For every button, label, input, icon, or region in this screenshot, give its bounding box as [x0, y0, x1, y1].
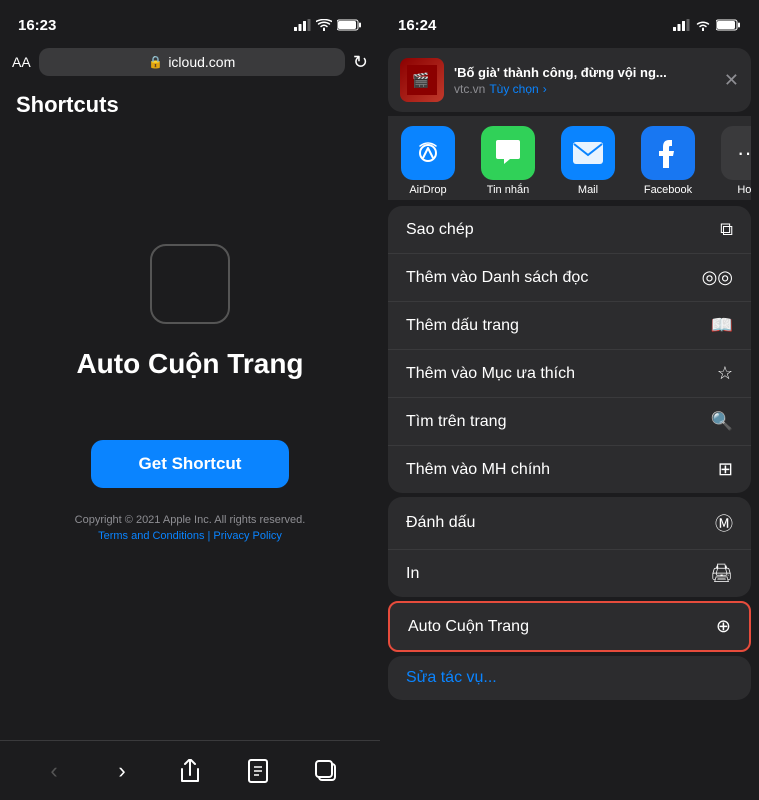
menu-item-markup-label: Đánh dấu — [406, 514, 475, 532]
chevron-right-icon: › — [543, 82, 547, 96]
mail-label: Mail — [578, 184, 598, 196]
left-time: 16:23 — [18, 17, 56, 34]
notif-close-button[interactable]: ✕ — [724, 70, 739, 91]
menu-section-1: Sao chép ⧉ Thêm vào Danh sách đọc ◎◎ Thê… — [388, 206, 751, 493]
right-signal-icon — [673, 19, 690, 31]
menu-item-print[interactable]: In 🖨 — [388, 550, 751, 597]
share-notification: 🎬 'Bố già' thành công, đừng vội ng... vt… — [388, 48, 751, 112]
tabs-icon — [315, 760, 337, 782]
add-square-icon: ⊞ — [718, 459, 733, 480]
notif-source: vtc.vn Tùy chọn › — [454, 82, 714, 96]
notif-source-name: vtc.vn — [454, 82, 485, 96]
menu-item-favorites[interactable]: Thêm vào Mục ưa thích ☆ — [388, 350, 751, 398]
menu-item-add-home-label: Thêm vào MH chính — [406, 461, 550, 479]
back-button[interactable]: ‹ — [32, 749, 76, 793]
share-button[interactable] — [168, 749, 212, 793]
menu-item-find-label: Tìm trên trang — [406, 413, 506, 431]
shortcuts-title: Shortcuts — [0, 80, 380, 126]
messages-label: Tin nhắn — [487, 184, 529, 196]
auto-cuon-trang-row[interactable]: Auto Cuộn Trang ⊕ — [388, 601, 751, 652]
menu-item-copy-label: Sao chép — [406, 221, 474, 239]
facebook-label: Facebook — [644, 184, 692, 196]
airdrop-label: AirDrop — [409, 184, 446, 196]
menu-item-reading-list-label: Thêm vào Danh sách đọc — [406, 269, 588, 287]
right-status-icons — [673, 19, 741, 31]
share-app-airdrop[interactable]: AirDrop — [388, 126, 468, 196]
share-icon — [179, 759, 201, 783]
facebook-icon — [641, 126, 695, 180]
battery-icon — [337, 19, 362, 31]
airdrop-icon — [401, 126, 455, 180]
bookmarks-icon — [248, 759, 268, 783]
menu-item-reading-list[interactable]: Thêm vào Danh sách đọc ◎◎ — [388, 254, 751, 302]
notif-thumbnail: 🎬 — [400, 58, 444, 102]
right-status-bar: 16:24 — [380, 0, 759, 44]
menu-item-bookmark-label: Thêm dấu trang — [406, 317, 519, 335]
menu-item-markup[interactable]: Đánh dấu Ⓜ — [388, 497, 751, 550]
left-content: Auto Cuộn Trang Get Shortcut Copyright ©… — [0, 126, 380, 740]
menu-section-2: Đánh dấu Ⓜ In 🖨 — [388, 497, 751, 597]
search-icon: 🔍 — [711, 411, 733, 432]
menu-item-find[interactable]: Tìm trên trang 🔍 — [388, 398, 751, 446]
url-bar[interactable]: 🔒 icloud.com — [39, 48, 345, 76]
bookmark-icon: 📖 — [711, 315, 733, 336]
signal-icon — [294, 19, 311, 31]
copy-icon: ⧉ — [720, 219, 733, 240]
copyright-text: Copyright © 2021 Apple Inc. All rights r… — [75, 512, 306, 530]
more-icon: ··· — [721, 126, 751, 180]
menu-item-print-label: In — [406, 565, 419, 583]
reading-list-icon: ◎◎ — [702, 267, 733, 288]
facebook-svg — [654, 138, 682, 168]
share-app-mail[interactable]: Mail — [548, 126, 628, 196]
share-apps-row: AirDrop Tin nhắn Mail — [388, 116, 751, 200]
menu-item-copy[interactable]: Sao chép ⧉ — [388, 206, 751, 254]
forward-button[interactable]: › — [100, 749, 144, 793]
wifi-icon — [316, 19, 332, 31]
shortcut-name: Auto Cuộn Trang — [76, 348, 303, 380]
refresh-button[interactable]: ↻ — [353, 52, 368, 73]
right-wifi-icon — [695, 19, 711, 31]
copyright-links[interactable]: Terms and Conditions | Privacy Policy — [98, 530, 282, 542]
lock-icon: 🔒 — [148, 55, 163, 69]
auto-cuon-trang-label: Auto Cuộn Trang — [408, 618, 529, 636]
shortcut-icon — [150, 244, 230, 324]
airdrop-svg — [413, 138, 443, 168]
share-app-facebook[interactable]: Facebook — [628, 126, 708, 196]
svg-text:🎬: 🎬 — [412, 72, 429, 89]
menu-item-bookmark[interactable]: Thêm dấu trang 📖 — [388, 302, 751, 350]
get-shortcut-button[interactable]: Get Shortcut — [91, 440, 290, 488]
notif-content: 'Bố già' thành công, đừng vội ng... vtc.… — [454, 65, 714, 96]
left-panel: 16:23 AA — [0, 0, 380, 800]
browser-bar: AA 🔒 icloud.com ↻ — [0, 44, 380, 80]
bookmarks-button[interactable] — [236, 749, 280, 793]
messages-icon — [481, 126, 535, 180]
menu-item-add-home[interactable]: Thêm vào MH chính ⊞ — [388, 446, 751, 493]
share-app-messages[interactable]: Tin nhắn — [468, 126, 548, 196]
right-panel: 16:24 🎬 — [380, 0, 759, 800]
star-icon: ☆ — [717, 363, 733, 384]
notif-title: 'Bố già' thành công, đừng vội ng... — [454, 65, 714, 80]
messages-svg — [493, 139, 523, 167]
menu-item-favorites-label: Thêm vào Mục ưa thích — [406, 365, 575, 383]
url-text: icloud.com — [168, 54, 235, 70]
right-time: 16:24 — [398, 17, 436, 34]
mail-icon — [561, 126, 615, 180]
share-app-more[interactable]: ··· Hơn — [708, 126, 751, 196]
more-label: Hơn — [737, 184, 751, 196]
print-icon: 🖨 — [710, 563, 733, 584]
mail-svg — [572, 141, 604, 165]
edit-actions-button[interactable]: Sửa tác vụ... — [388, 656, 751, 700]
move-icon: ⊕ — [716, 616, 731, 637]
aa-button[interactable]: AA — [12, 54, 31, 70]
left-status-icons — [294, 19, 362, 31]
tabs-button[interactable] — [304, 749, 348, 793]
notif-image: 🎬 — [407, 65, 437, 95]
bottom-nav: ‹ › — [0, 740, 380, 800]
notif-option-link[interactable]: Tùy chọn — [489, 82, 538, 96]
edit-actions-label: Sửa tác vụ... — [406, 669, 497, 686]
right-battery-icon — [716, 19, 741, 31]
markup-icon: Ⓜ — [715, 510, 733, 536]
left-status-bar: 16:23 — [0, 0, 380, 44]
